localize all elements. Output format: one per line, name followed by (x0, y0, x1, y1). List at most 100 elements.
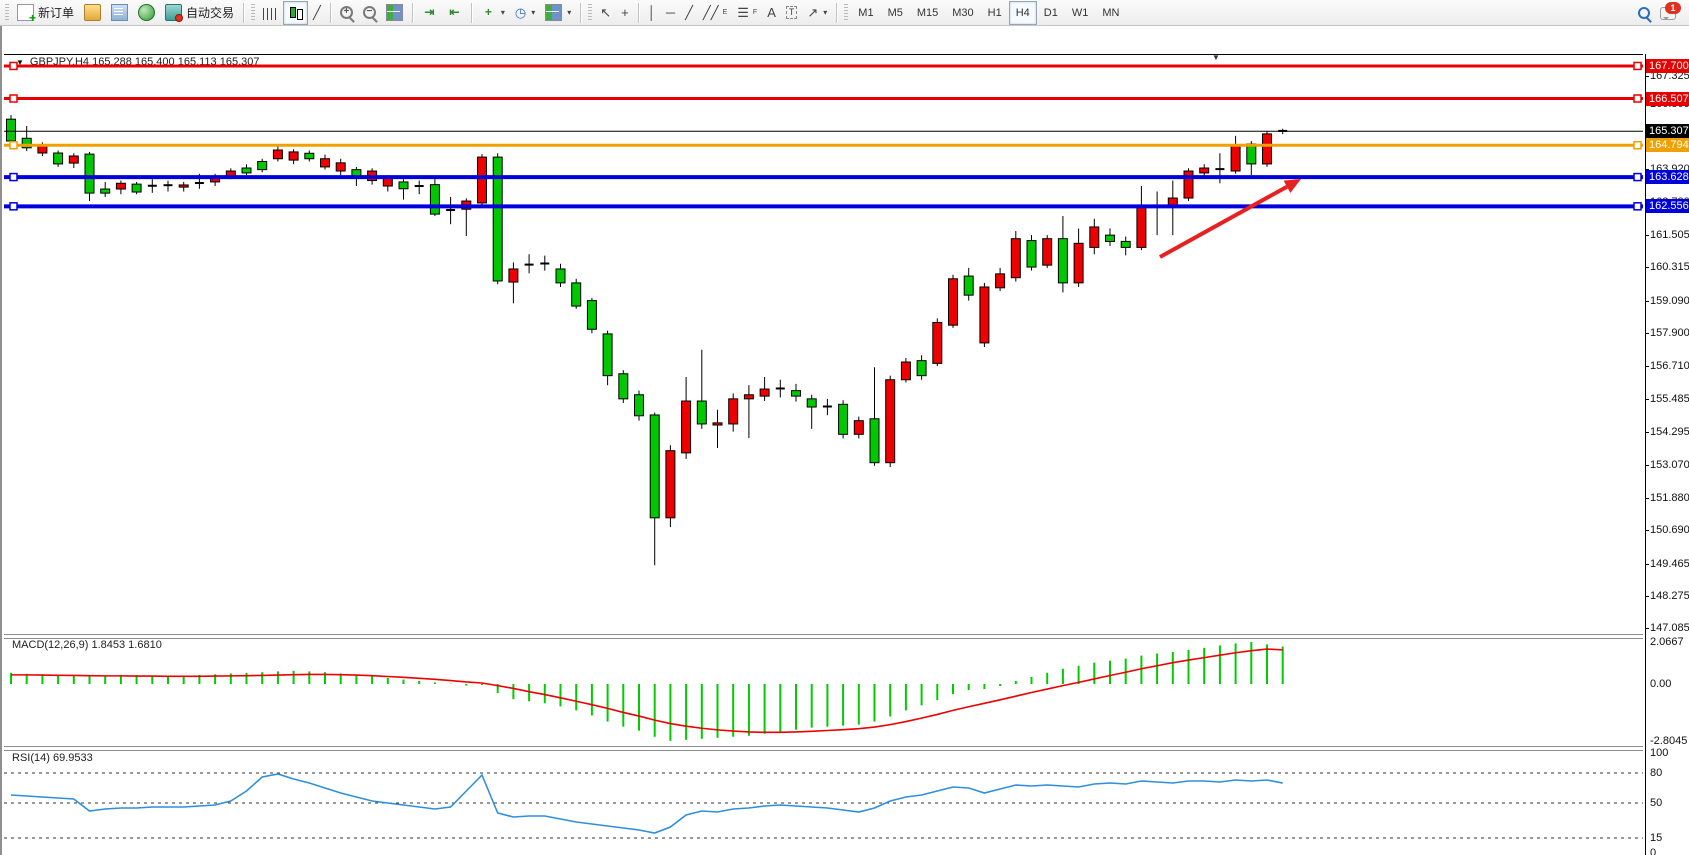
toolbar-grip[interactable] (251, 4, 255, 22)
autotrading-label: 自动交易 (186, 4, 234, 21)
resistance-line-upper-handle[interactable] (1634, 62, 1641, 69)
candle (713, 410, 722, 448)
support-line-lower-handle[interactable] (1634, 203, 1641, 210)
search-button[interactable] (1633, 1, 1655, 25)
rsi-panel[interactable] (4, 749, 1643, 855)
arrows-button[interactable]: ↗▾ (802, 1, 832, 25)
toolbar-grip[interactable] (5, 4, 9, 22)
candle (116, 181, 125, 195)
candle (415, 181, 424, 195)
candle (54, 151, 63, 167)
candle (273, 146, 282, 162)
indicators-button[interactable]: +▾ (476, 1, 510, 25)
timeframe-h1-button[interactable]: H1 (981, 1, 1009, 25)
timeframe-w1-button[interactable]: W1 (1065, 1, 1096, 25)
equidistant-channel-button[interactable]: ╱╱E (698, 1, 732, 25)
price-tick-label: 161.505 (1650, 229, 1689, 241)
candle (556, 264, 565, 287)
crosshair-button[interactable]: + (616, 1, 634, 25)
candle (854, 417, 863, 439)
timeframe-mn-button[interactable]: MN (1095, 1, 1126, 25)
navigator-icon (138, 4, 155, 21)
periods-button[interactable]: ◷▾ (510, 1, 540, 25)
chart-shift-button[interactable]: ⇤ (442, 1, 467, 25)
timeframe-m5-button[interactable]: M5 (881, 1, 910, 25)
crosshair-icon: + (621, 6, 629, 19)
candle (430, 179, 439, 216)
trend-arrow-line[interactable] (1160, 187, 1287, 257)
macd-name: MACD(12,26,9) (12, 639, 88, 651)
text-icon: A (767, 6, 776, 19)
candle (336, 159, 345, 175)
candle (493, 153, 502, 284)
bar-chart-icon (263, 8, 278, 20)
profile-button[interactable] (79, 1, 106, 25)
fibonacci-button[interactable]: ☰F (732, 1, 762, 25)
horizontal-line-button[interactable]: ─ (661, 1, 680, 25)
support-line-upper-handle[interactable] (10, 174, 17, 181)
candle (446, 197, 455, 224)
rsi-label: RSI(14) 69.9533 (12, 752, 93, 764)
data-window-button[interactable] (106, 1, 133, 25)
cursor-button[interactable]: ↖ (595, 1, 616, 25)
price-tick-label: 157.900 (1650, 327, 1689, 339)
candle (949, 275, 958, 328)
macd-axis-label: 0.00 (1650, 678, 1671, 690)
new-order-icon (17, 4, 34, 21)
price-badge-167.700: 167.700 (1646, 59, 1689, 73)
zoom-out-button[interactable]: − (358, 1, 381, 25)
trendline-button[interactable]: ╱ (680, 1, 698, 25)
tile-windows-button[interactable] (381, 1, 408, 25)
price-tick-label: 153.070 (1650, 459, 1689, 471)
templates-button[interactable]: ▾ (540, 1, 576, 25)
zoom-in-button[interactable]: + (335, 1, 358, 25)
text-label-icon: T (786, 6, 798, 19)
toolbar-separator (638, 3, 639, 23)
bar-chart-button[interactable] (258, 1, 283, 25)
new-order-button[interactable]: 新订单 (12, 1, 79, 25)
toolbar: 新订单 自动交易 ╱ + − ⇥ ⇤ +▾ ◷▾ ▾ ↖ + │ ─ ╱ ╱╱E… (0, 0, 1689, 26)
candlestick-chart-button[interactable] (283, 1, 308, 25)
rsi-axis-label: 15 (1650, 832, 1662, 844)
autotrading-button[interactable]: 自动交易 (160, 1, 239, 25)
chevron-down-icon: ▾ (823, 8, 827, 17)
support-line-lower-handle[interactable] (10, 203, 17, 210)
auto-scroll-icon: ⇥ (422, 6, 437, 19)
support-line-upper-handle[interactable] (1634, 174, 1641, 181)
resistance-line-upper-handle[interactable] (10, 62, 17, 69)
candle (1263, 131, 1272, 166)
candle (289, 149, 298, 164)
notifications-button[interactable]: 1 (1655, 1, 1681, 25)
price-tick-label: 154.295 (1650, 426, 1689, 438)
navigator-button[interactable] (133, 1, 160, 25)
main-chart[interactable] (4, 54, 1643, 634)
timeframe-h4-button[interactable]: H4 (1009, 1, 1037, 25)
timeframe-m30-button[interactable]: M30 (945, 1, 980, 25)
orange-level-line-handle[interactable] (1634, 142, 1641, 149)
text-label-button[interactable]: T (781, 1, 803, 25)
price-axis[interactable]: 167.325166.300165.110163.920162.730161.5… (1645, 54, 1689, 855)
vertical-line-button[interactable]: │ (643, 1, 661, 25)
candle (1090, 219, 1099, 254)
orange-level-line-handle[interactable] (10, 142, 17, 149)
toolbar-grip[interactable] (588, 4, 592, 22)
indicators-icon: + (481, 6, 496, 19)
candle (886, 376, 895, 467)
resistance-line-lower-handle[interactable] (1634, 95, 1641, 102)
candle (870, 367, 879, 465)
zoom-out-icon: − (363, 6, 376, 19)
text-button[interactable]: A (762, 1, 781, 25)
line-chart-button[interactable]: ╱ (308, 1, 326, 25)
candle (1184, 168, 1193, 201)
toolbar-grip[interactable] (844, 4, 848, 22)
timeframe-group: M1M5M15M30H1H4D1W1MN (851, 1, 1126, 25)
timeframe-m15-button[interactable]: M15 (910, 1, 945, 25)
chart-shift-marker-icon[interactable]: ▼ (1212, 53, 1220, 62)
timeframe-m1-button[interactable]: M1 (851, 1, 880, 25)
candle (1106, 228, 1115, 246)
macd-panel[interactable] (4, 637, 1643, 746)
auto-scroll-button[interactable]: ⇥ (417, 1, 442, 25)
candle (478, 154, 487, 205)
resistance-line-lower-handle[interactable] (10, 95, 17, 102)
timeframe-d1-button[interactable]: D1 (1037, 1, 1065, 25)
